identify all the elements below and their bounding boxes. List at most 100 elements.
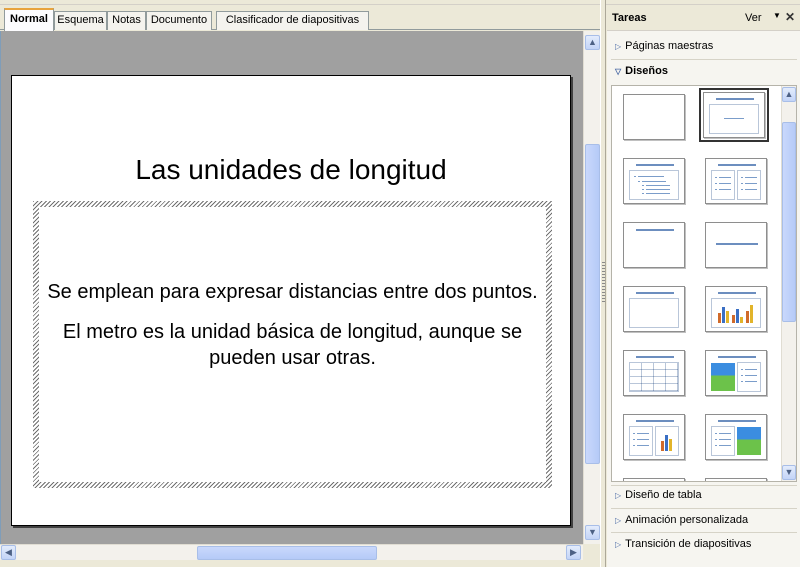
task-pane: Tareas Ver ▼ ✕ ▷ Páginas maestras ▽ Diseño… <box>607 5 800 567</box>
tab-normal[interactable]: Normal <box>4 8 54 31</box>
layout-text-line <box>719 439 731 440</box>
layout-text-line <box>719 177 731 178</box>
layouts-scrollbar[interactable]: ▲ ▼ <box>781 86 796 481</box>
close-icon[interactable]: ✕ <box>785 10 795 24</box>
layout-partial-1[interactable] <box>623 478 685 481</box>
layout-title-bar <box>718 420 756 422</box>
layout-text-line <box>646 189 670 190</box>
bullet <box>715 433 717 434</box>
layout-title-image-content[interactable] <box>705 350 767 396</box>
bullet <box>741 177 743 178</box>
layout-content-box <box>629 426 653 456</box>
slide-title[interactable]: Las unidades de longitud <box>12 154 570 186</box>
pane-splitter[interactable] <box>600 0 606 567</box>
layout-title-only[interactable] <box>623 222 685 268</box>
layout-title-bar <box>716 243 758 245</box>
chart-bar <box>669 439 672 451</box>
layout-title-bar <box>636 356 674 358</box>
layout-text-line <box>745 189 757 190</box>
bullet <box>715 445 717 446</box>
scroll-right-arrow-icon[interactable]: ▶ <box>566 545 581 560</box>
section-label: Diseños <box>625 65 668 77</box>
triangle-right-icon: ▷ <box>615 516 622 525</box>
scroll-down-arrow-icon[interactable]: ▼ <box>585 525 600 540</box>
vertical-scrollbar[interactable]: ▲ ▼ <box>583 31 600 544</box>
section-slide-transition[interactable]: ▷ Transición de diapositivas <box>611 533 797 555</box>
scroll-corner <box>583 544 600 560</box>
tab-esquema[interactable]: Esquema <box>54 11 107 30</box>
bullet <box>633 433 635 434</box>
scroll-up-arrow-icon[interactable]: ▲ <box>782 87 796 102</box>
layout-chart-box <box>711 298 761 328</box>
task-pane-title: Tareas <box>612 12 647 24</box>
layout-title-2-content-alt[interactable] <box>705 158 767 204</box>
slide-canvas[interactable]: Las unidades de longitud Se emplean para… <box>11 75 571 526</box>
layout-title-content[interactable] <box>699 88 769 142</box>
layout-text-line <box>642 181 666 182</box>
layout-text-line <box>745 369 757 370</box>
layout-centered-text[interactable] <box>705 222 767 268</box>
layout-text-line <box>719 189 731 190</box>
layouts-scroll-thumb[interactable] <box>782 122 796 322</box>
layout-title-content-chart-2[interactable] <box>623 414 685 460</box>
horizontal-scrollbar[interactable]: ◀ ▶ <box>0 544 583 560</box>
bullet <box>741 375 743 376</box>
layout-text-line <box>745 375 757 376</box>
content-placeholder-frame[interactable]: Se emplean para expresar distancias entr… <box>33 201 552 488</box>
section-label: Diseño de tabla <box>625 489 702 501</box>
chart-bar <box>746 311 749 323</box>
view-menu-button[interactable]: Ver <box>745 12 762 24</box>
bullet <box>634 176 636 177</box>
horizontal-scroll-thumb[interactable] <box>197 546 377 560</box>
content-placeholder[interactable]: Se emplean para expresar distancias entr… <box>39 207 546 482</box>
bullet <box>633 445 635 446</box>
layout-content-box <box>711 426 735 456</box>
layout-text-line <box>646 193 670 194</box>
layout-text-line <box>637 439 649 440</box>
tab-clasificador[interactable]: Clasificador de diapositivas <box>216 11 369 30</box>
layout-partial-2[interactable] <box>705 478 767 481</box>
layout-title-content-image[interactable] <box>705 414 767 460</box>
layout-title-bar <box>718 356 756 358</box>
triangle-right-icon: ▷ <box>615 42 622 51</box>
chevron-down-icon[interactable]: ▼ <box>773 11 781 20</box>
layout-title-content-chart[interactable] <box>705 286 767 332</box>
layout-content-box <box>711 170 735 200</box>
layout-blank[interactable] <box>623 94 685 140</box>
layout-title-2-content[interactable] <box>623 158 685 204</box>
layout-content-box <box>629 170 679 200</box>
layout-chart-box <box>655 426 679 456</box>
bullet <box>741 369 743 370</box>
layout-title-bar <box>636 420 674 422</box>
layout-content-box <box>737 362 761 392</box>
bullet <box>741 381 743 382</box>
section-custom-animation[interactable]: ▷ Animación personalizada <box>611 509 797 531</box>
scroll-up-arrow-icon[interactable]: ▲ <box>585 35 600 50</box>
layout-title-bar <box>636 164 674 166</box>
section-label: Transición de diapositivas <box>625 538 752 550</box>
body-paragraph-2: El metro es la unidad básica de longitud… <box>62 321 523 369</box>
section-table-design[interactable]: ▷ Diseño de tabla <box>611 484 797 506</box>
section-layouts[interactable]: ▽ Diseños <box>611 60 797 82</box>
bullet <box>642 185 644 186</box>
layout-content-box <box>737 170 761 200</box>
section-master-pages[interactable]: ▷ Páginas maestras <box>611 35 797 57</box>
scroll-down-arrow-icon[interactable]: ▼ <box>782 465 796 480</box>
triangle-down-icon: ▽ <box>615 67 622 76</box>
layout-title-table[interactable] <box>623 350 685 396</box>
bullet <box>715 189 717 190</box>
chart-bar <box>736 309 739 323</box>
slide-body-text: Se emplean para expresar distancias entr… <box>39 279 546 385</box>
layout-title-content-2[interactable] <box>623 286 685 332</box>
layout-text-line <box>638 176 664 177</box>
layout-content-box <box>709 104 759 134</box>
vertical-scroll-thumb[interactable] <box>585 144 600 464</box>
bullet <box>741 183 743 184</box>
tab-documento[interactable]: Documento <box>146 11 212 30</box>
layout-text-line <box>637 445 649 446</box>
scroll-left-arrow-icon[interactable]: ◀ <box>1 545 16 560</box>
section-label: Animación personalizada <box>625 514 749 526</box>
tab-notas[interactable]: Notas <box>107 11 146 30</box>
layouts-gallery: ▲ ▼ <box>611 85 797 482</box>
layout-title-bar <box>636 292 674 294</box>
